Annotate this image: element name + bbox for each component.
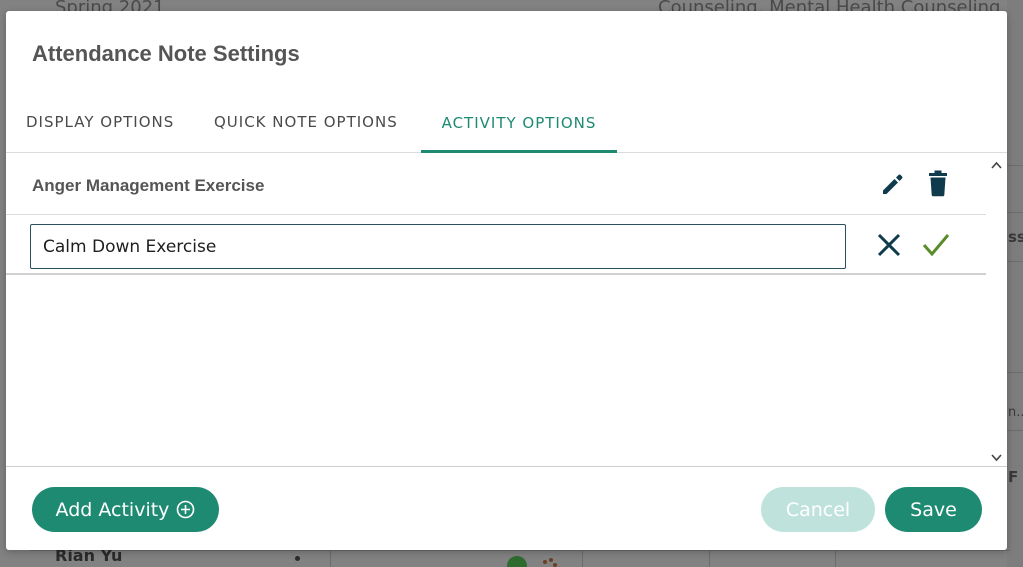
background-column-divider [582, 550, 583, 567]
background-column-divider [835, 550, 836, 567]
background-kebab-icon [295, 556, 300, 561]
tab-activity-options[interactable]: ACTIVITY OPTIONS [421, 114, 617, 153]
background-fragment: F [1008, 468, 1019, 486]
background-divider [1007, 372, 1023, 373]
background-divider [1007, 261, 1023, 262]
list-item: Anger Management Exercise [6, 154, 986, 215]
background-column-divider [330, 550, 331, 567]
tab-quick-note-options[interactable]: QUICK NOTE OPTIONS [214, 113, 398, 153]
tab-bar: DISPLAY OPTIONS QUICK NOTE OPTIONS ACTIV… [6, 103, 1007, 153]
activity-edit-row [6, 215, 986, 275]
background-check-icon [507, 556, 527, 567]
chevron-up-icon[interactable] [990, 157, 1003, 170]
dialog-title: Attendance Note Settings [32, 41, 300, 66]
background-divider [1007, 430, 1023, 431]
plus-circle-icon [176, 500, 195, 519]
scrollbar[interactable] [986, 154, 1007, 467]
save-button[interactable]: Save [885, 487, 982, 532]
background-dots-icon [543, 558, 557, 567]
background-fragment: n.. [1008, 405, 1023, 420]
checkmark-icon[interactable] [921, 231, 951, 259]
chevron-down-icon[interactable] [990, 449, 1003, 462]
attendance-note-settings-dialog: Attendance Note Settings DISPLAY OPTIONS… [6, 11, 1007, 550]
background-fragment: ss [1008, 228, 1023, 246]
dialog-footer: Add Activity Cancel Save [6, 466, 1007, 550]
add-activity-button[interactable]: Add Activity [32, 487, 219, 532]
activity-list: Anger Management Exercise [6, 154, 986, 467]
tab-display-options[interactable]: DISPLAY OPTIONS [26, 113, 174, 153]
background-column-divider [709, 550, 710, 567]
close-icon[interactable] [875, 231, 903, 259]
add-activity-label: Add Activity [55, 498, 170, 521]
trash-icon[interactable] [926, 170, 950, 197]
background-divider [1007, 165, 1023, 166]
background-row-border [30, 550, 1010, 551]
activity-name-input[interactable] [30, 224, 846, 269]
activity-name: Anger Management Exercise [32, 176, 265, 195]
pencil-icon[interactable] [880, 171, 906, 197]
background-divider [1007, 212, 1023, 213]
cancel-button[interactable]: Cancel [761, 487, 875, 532]
